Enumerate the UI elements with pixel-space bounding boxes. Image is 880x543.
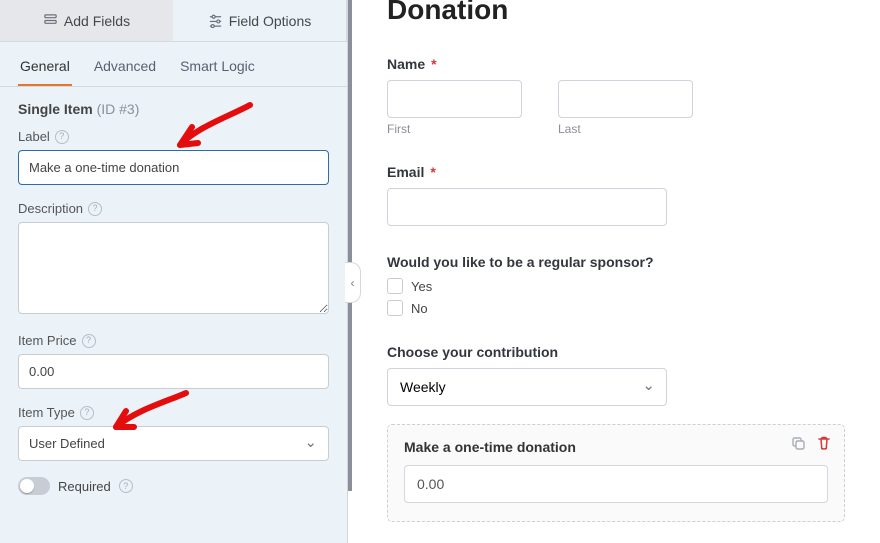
field-type-name: Single Item xyxy=(18,101,93,117)
no-label: No xyxy=(411,301,428,316)
item-type-select[interactable] xyxy=(18,426,329,461)
sponsor-label: Would you like to be a regular sponsor? xyxy=(387,254,845,270)
sub-tabs: General Advanced Smart Logic xyxy=(0,42,347,87)
first-name-input[interactable] xyxy=(387,80,522,118)
first-sub: First xyxy=(387,122,522,136)
description-text: Description xyxy=(18,201,83,216)
tab-field-options-label: Field Options xyxy=(229,13,311,29)
form-preview: Donation Name * First L xyxy=(348,0,880,543)
trash-icon[interactable] xyxy=(816,435,832,451)
last-sub: Last xyxy=(558,122,693,136)
fields-icon xyxy=(43,13,58,28)
required-row: Required ? xyxy=(18,477,329,495)
email-label: Email xyxy=(387,164,424,180)
selected-field-block[interactable]: Make a one-time donation xyxy=(387,424,845,522)
sub-tab-smart-logic[interactable]: Smart Logic xyxy=(178,52,257,86)
tab-add-fields-label: Add Fields xyxy=(64,13,130,29)
checkbox-yes[interactable] xyxy=(387,278,403,294)
label-item-price: Item Price ? xyxy=(18,333,329,348)
help-icon[interactable]: ? xyxy=(88,202,102,216)
selected-field-input[interactable] xyxy=(404,465,828,503)
sub-tab-advanced[interactable]: Advanced xyxy=(92,52,158,86)
help-icon[interactable]: ? xyxy=(119,479,133,493)
label-label: Label ? xyxy=(18,129,329,144)
required-toggle[interactable] xyxy=(18,477,50,495)
label-item-type: Item Type ? xyxy=(18,405,329,420)
last-name-input[interactable] xyxy=(558,80,693,118)
contribution-select[interactable] xyxy=(387,368,667,406)
collapse-sidebar-button[interactable]: ‹ xyxy=(345,262,361,303)
name-label: Name xyxy=(387,56,425,72)
sliders-icon xyxy=(208,13,223,28)
label-description: Description ? xyxy=(18,201,329,216)
tab-add-fields[interactable]: Add Fields xyxy=(0,0,173,41)
help-icon[interactable]: ? xyxy=(80,406,94,420)
help-icon[interactable]: ? xyxy=(82,334,96,348)
required-star-icon: * xyxy=(430,164,435,180)
required-label: Required xyxy=(58,479,111,494)
help-icon[interactable]: ? xyxy=(55,130,69,144)
item-type-text: Item Type xyxy=(18,405,75,420)
description-input[interactable] xyxy=(18,222,329,314)
sidebar: Add Fields Field Options General Advance… xyxy=(0,0,348,543)
sub-tab-general[interactable]: General xyxy=(18,52,72,86)
label-input[interactable] xyxy=(18,150,329,185)
label-text: Label xyxy=(18,129,50,144)
field-id: (ID #3) xyxy=(97,101,140,117)
required-star-icon: * xyxy=(431,56,436,72)
contribution-label: Choose your contribution xyxy=(387,344,845,360)
duplicate-icon[interactable] xyxy=(790,435,806,451)
checkbox-no[interactable] xyxy=(387,300,403,316)
item-price-input[interactable] xyxy=(18,354,329,389)
yes-label: Yes xyxy=(411,279,432,294)
form-title: Donation xyxy=(387,0,845,26)
chevron-left-icon: ‹ xyxy=(351,276,355,290)
tab-field-options[interactable]: Field Options xyxy=(173,0,347,41)
email-input[interactable] xyxy=(387,188,667,226)
selected-field-label: Make a one-time donation xyxy=(404,439,828,455)
section-title: Single Item (ID #3) xyxy=(18,101,329,117)
item-price-text: Item Price xyxy=(18,333,77,348)
top-tabs: Add Fields Field Options xyxy=(0,0,347,42)
